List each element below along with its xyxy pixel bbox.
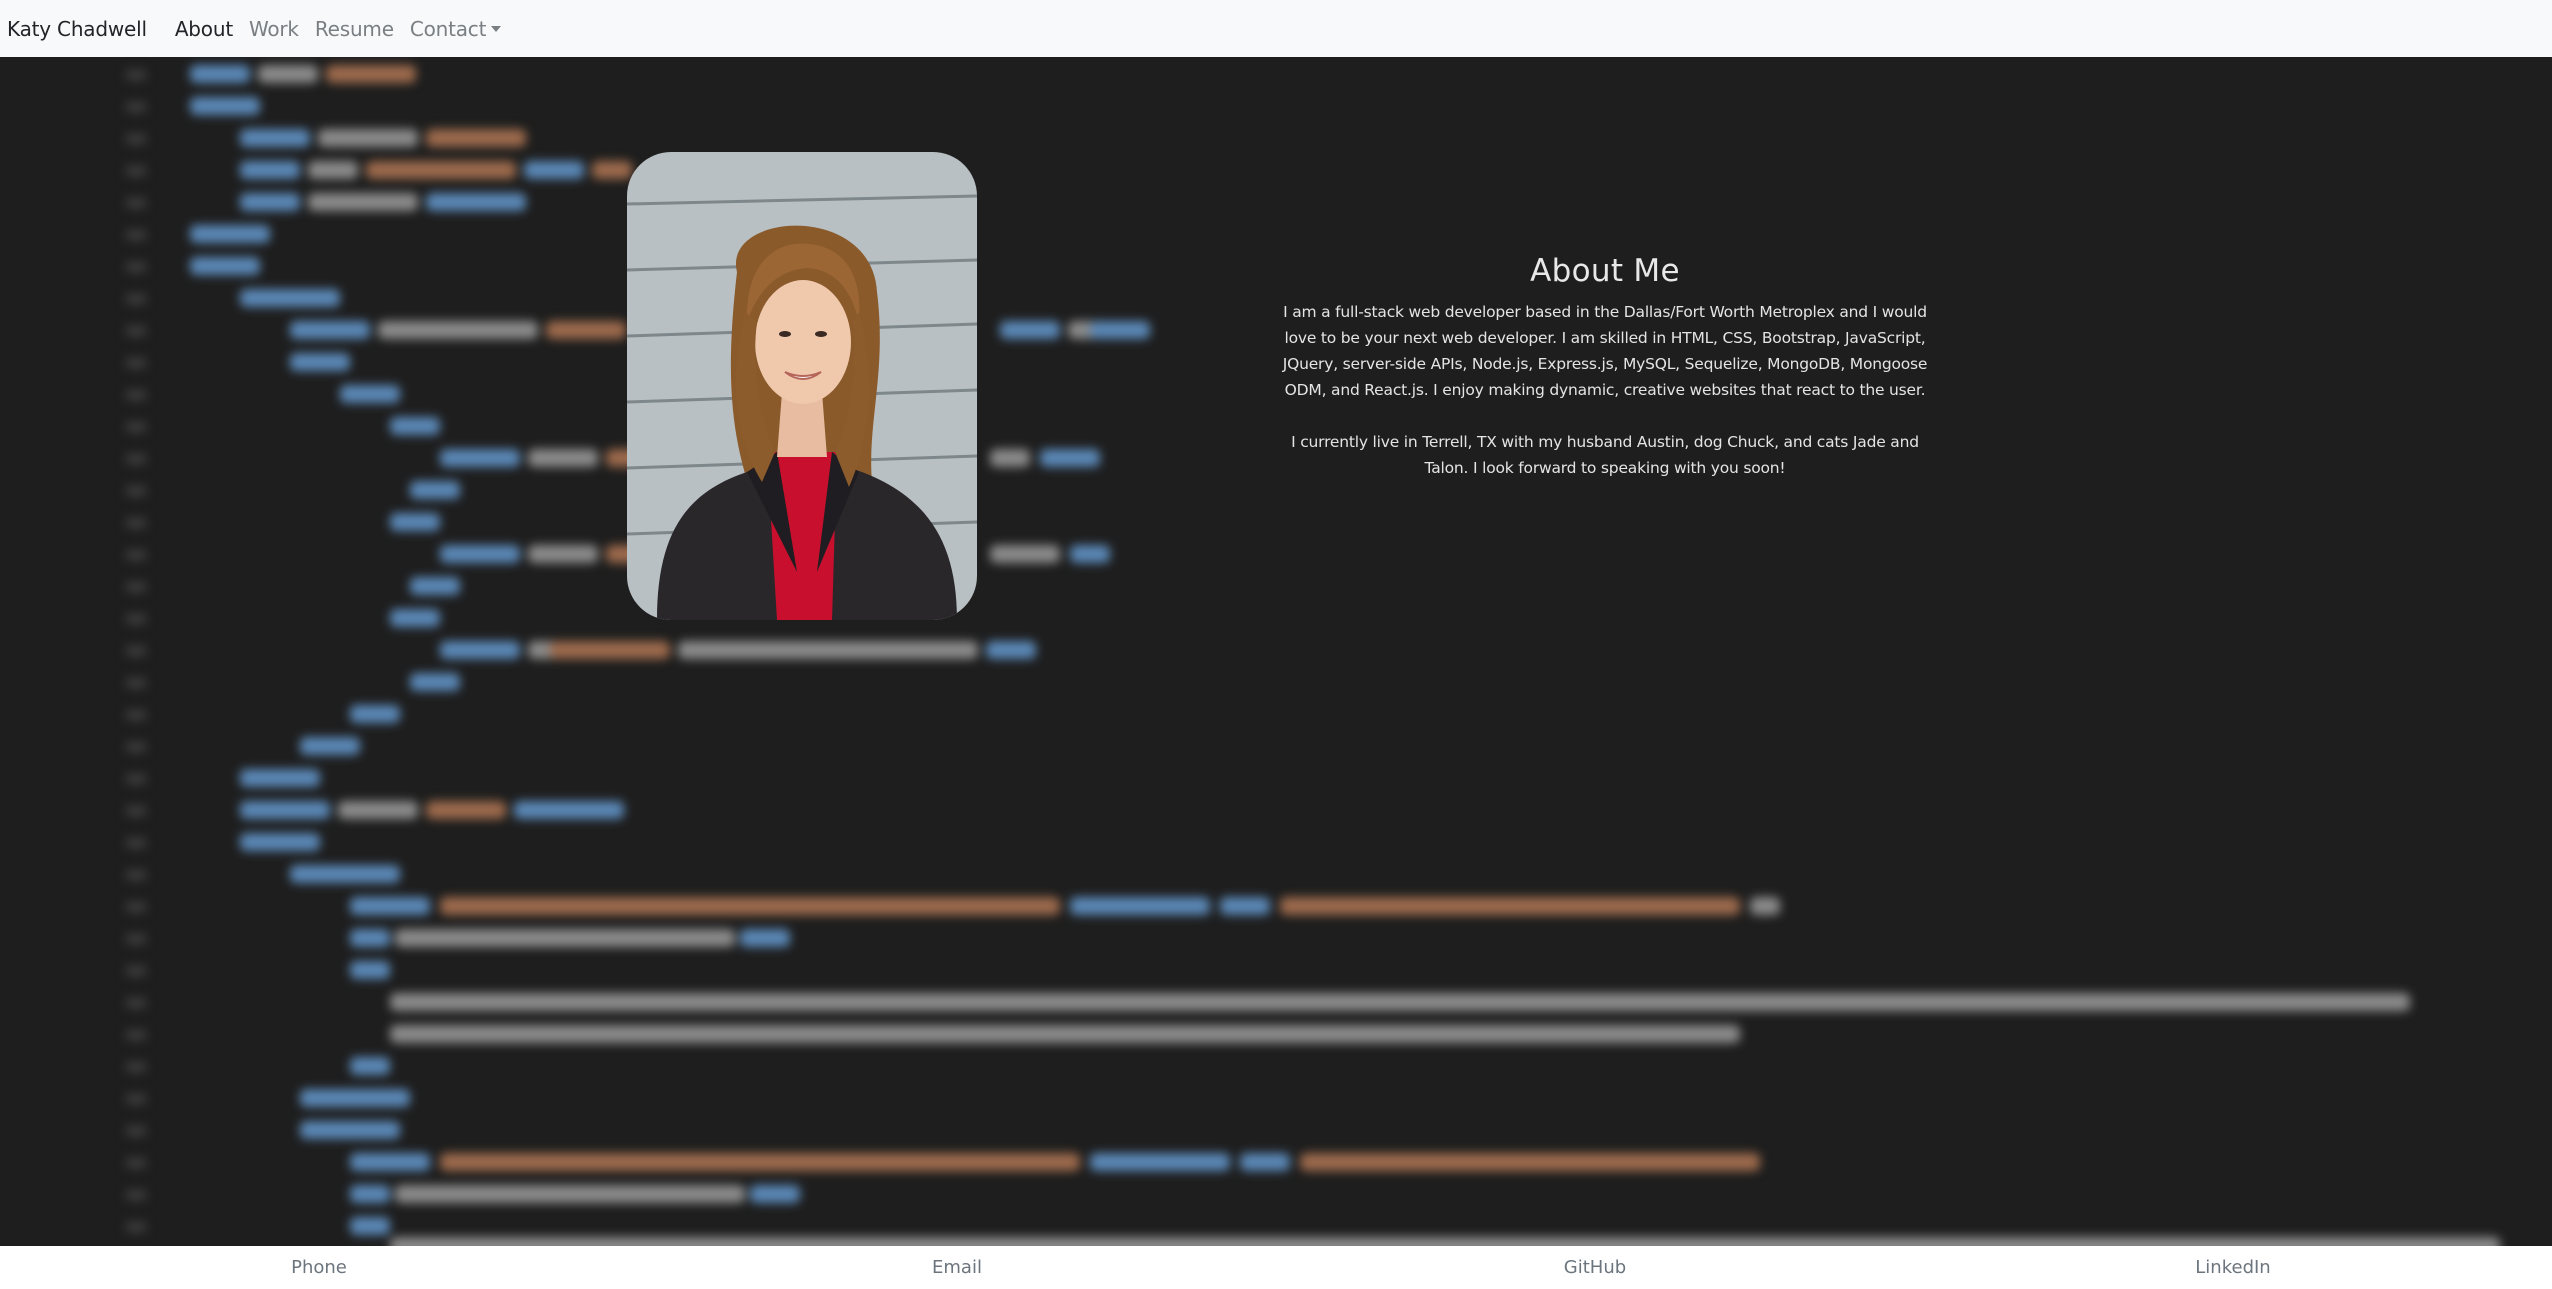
nav-dropdown-contact[interactable]: Contact <box>409 16 502 41</box>
nav-link-about[interactable]: About <box>175 17 233 41</box>
navbar-brand[interactable]: Katy Chadwell <box>7 17 147 41</box>
nav-link-contact-label: Contact <box>409 16 487 41</box>
footer-link-github[interactable]: GitHub <box>1276 1246 1914 1289</box>
footer-link-linkedin[interactable]: LinkedIn <box>1914 1246 2552 1289</box>
footer-link-phone[interactable]: Phone <box>0 1246 638 1289</box>
profile-photo <box>627 152 977 620</box>
code-background <box>0 57 2552 1246</box>
code-background-blur <box>0 57 2552 1246</box>
about-paragraph-skills: I am a full-stack web developer based in… <box>1282 303 1928 399</box>
footer-contact-bar: Phone Email GitHub LinkedIn <box>0 1246 2552 1289</box>
about-paragraph-personal: I currently live in Terrell, TX with my … <box>1291 433 1919 477</box>
chevron-down-icon <box>491 25 502 32</box>
about-heading: About Me <box>1530 253 1680 289</box>
nav-link-work[interactable]: Work <box>249 17 299 41</box>
top-navbar: Katy Chadwell About Work Resume Contact <box>0 0 2552 57</box>
about-section: About Me I am a full-stack web developer… <box>1280 253 1930 507</box>
profile-photo-illustration <box>627 152 977 620</box>
nav-link-resume[interactable]: Resume <box>315 17 394 41</box>
footer-link-email[interactable]: Email <box>638 1246 1276 1289</box>
